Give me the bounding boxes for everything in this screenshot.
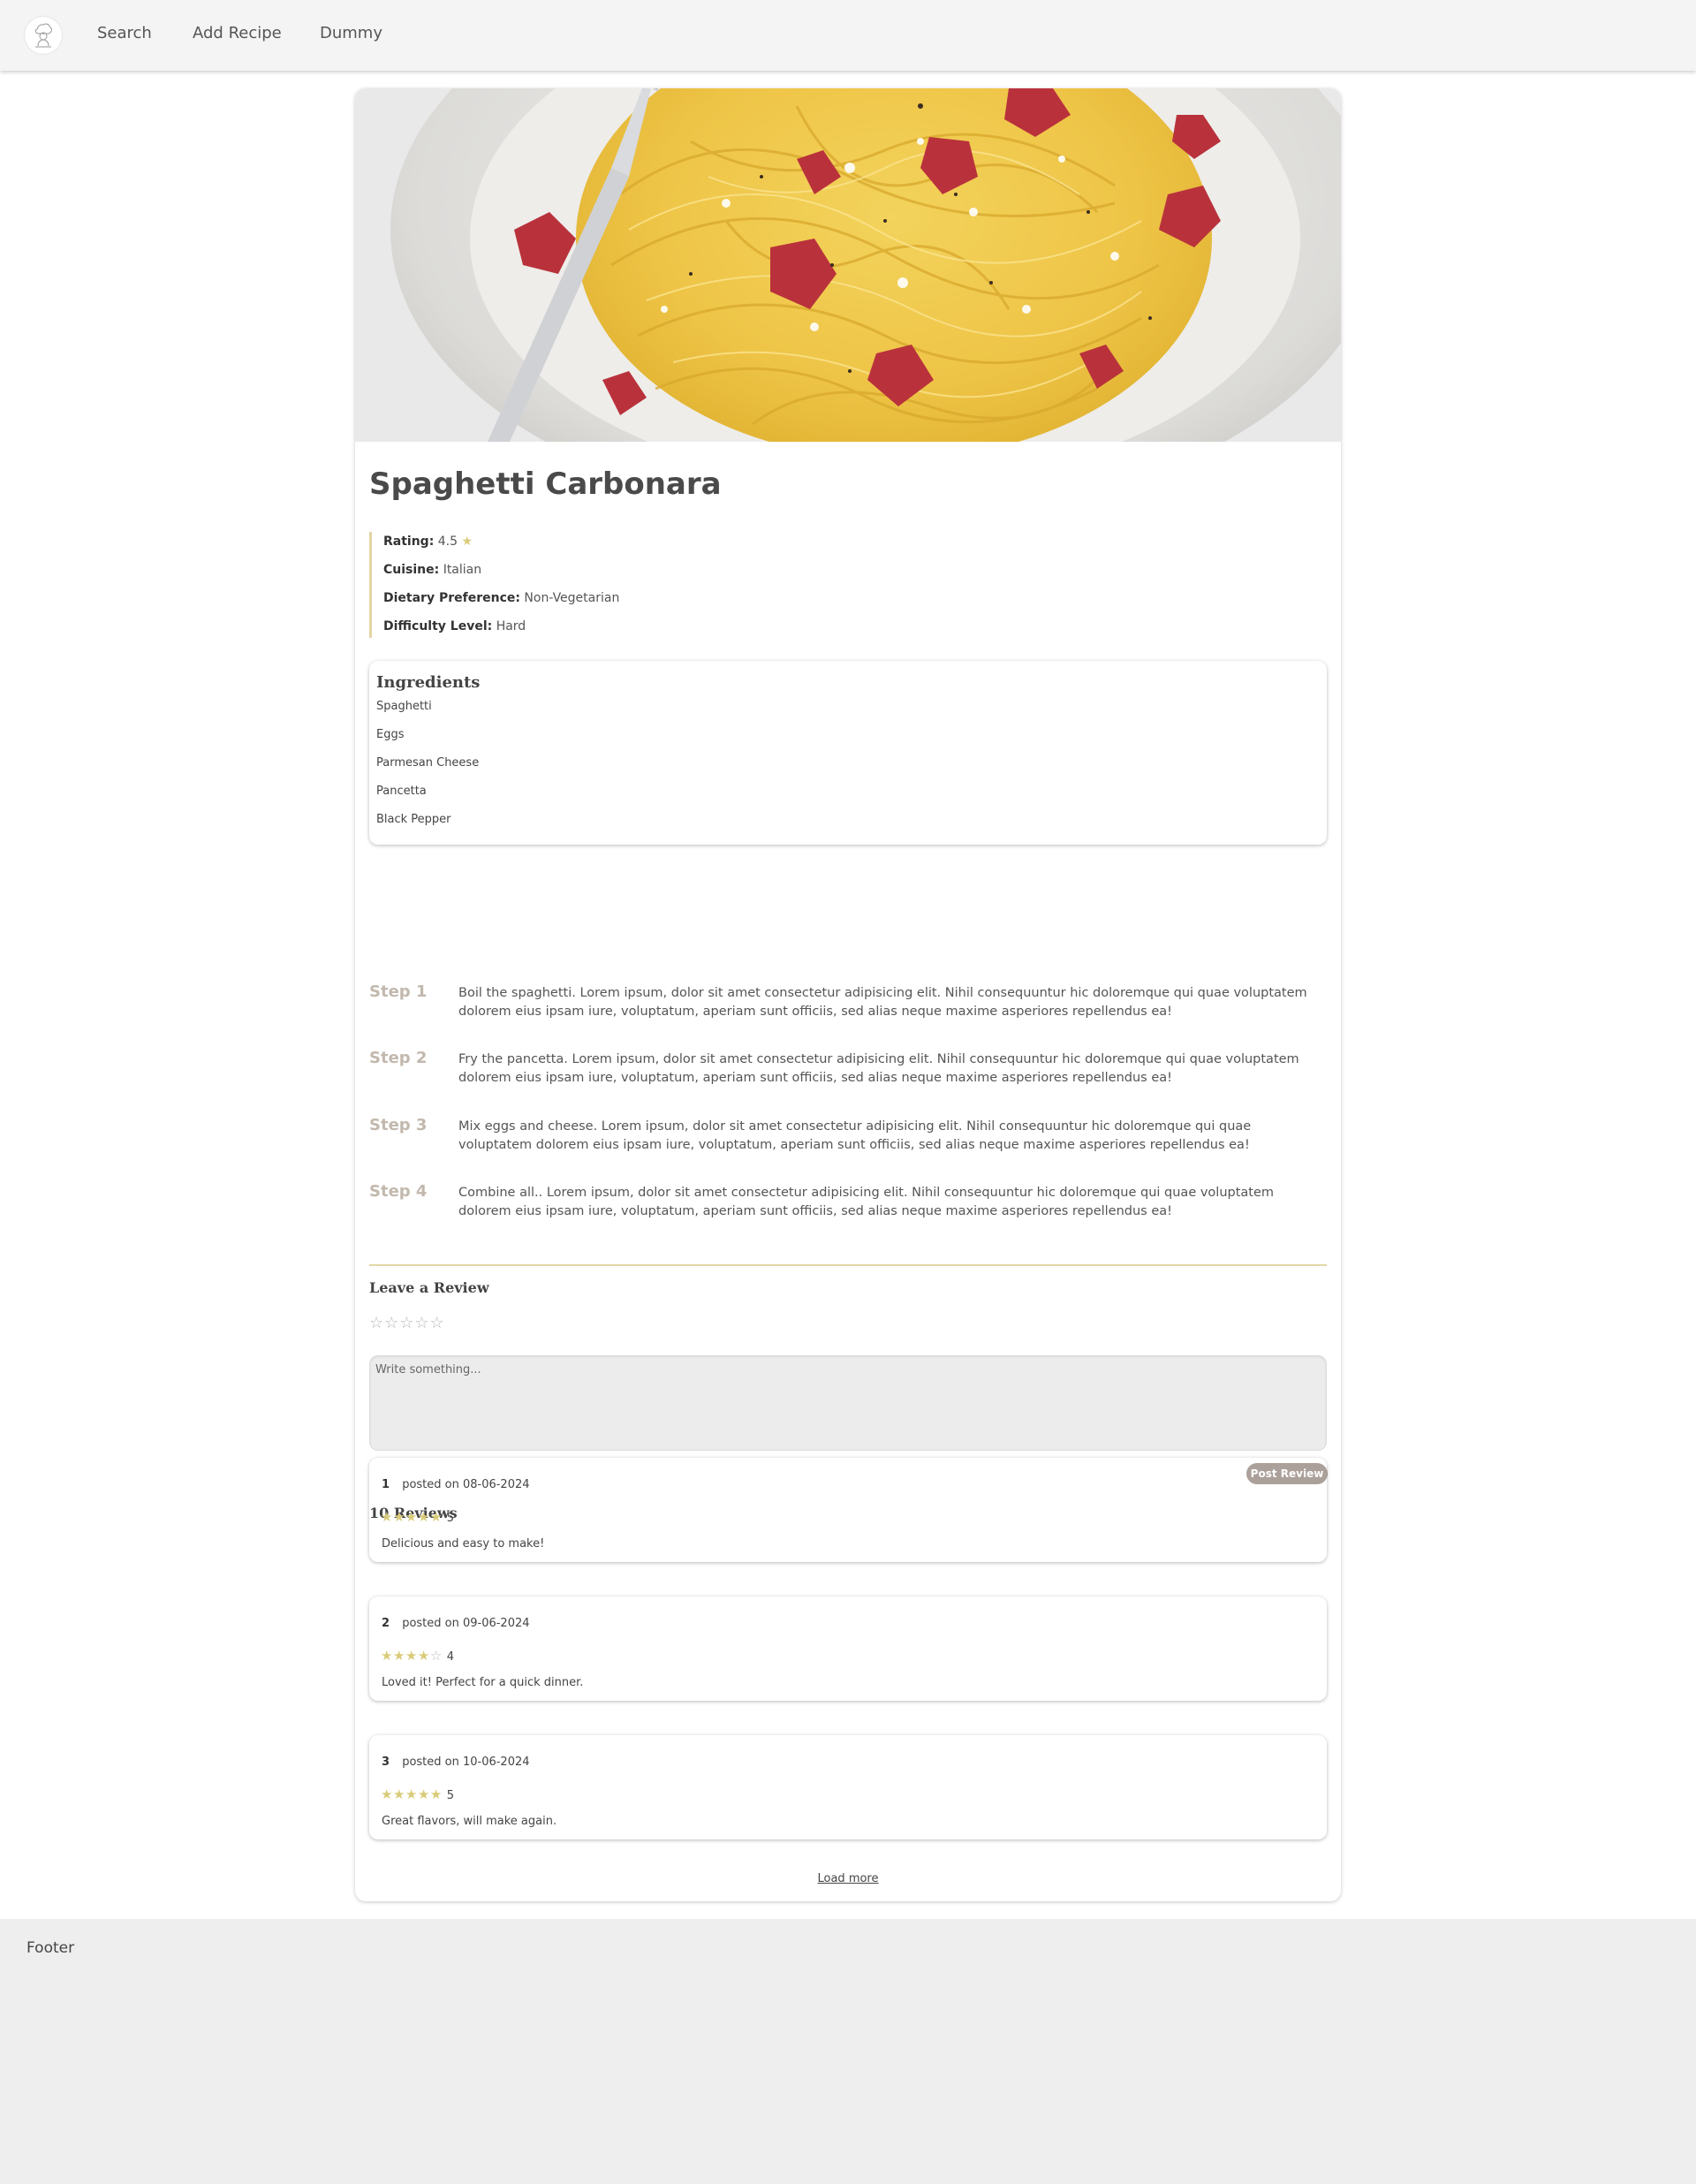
chef-logo-icon[interactable] — [25, 17, 62, 54]
recipe-title: Spaghetti Carbonara — [369, 466, 722, 502]
star-filled-icon: ★ — [405, 1648, 418, 1664]
ingredient-item: Parmesan Cheese — [376, 756, 480, 770]
review-id: 1 — [382, 1478, 390, 1491]
star-filled-icon: ★ — [392, 1648, 405, 1664]
review-date: posted on 08-06-2024 — [402, 1478, 530, 1491]
ingredient-item: Black Pepper — [376, 813, 451, 826]
star-filled-icon: ★ — [417, 1648, 430, 1664]
detail-label: Rating: — [383, 535, 435, 549]
rating-stars-input[interactable]: ☆☆☆☆☆ — [369, 1314, 445, 1332]
review-rating-value: 5 — [446, 1789, 455, 1802]
star-filled-icon: ★ — [417, 1786, 430, 1802]
star-filled-icon: ★ — [381, 1786, 393, 1802]
detail-value: 4.5 — [437, 535, 458, 549]
detail-dietary-preference: Dietary Preference: Non-Vegetarian — [383, 588, 988, 617]
detail-label: Difficulty Level: — [383, 619, 493, 633]
step-label: Step 2 — [369, 1049, 428, 1067]
ingredient-item: Spaghetti — [376, 700, 432, 713]
review-stars: ★★★★★ 5 — [381, 1509, 455, 1525]
nav-link-search[interactable]: Search — [97, 24, 152, 42]
review-card: 3 posted on 10-06-2024 ★★★★★ 5 Great flav… — [369, 1735, 1327, 1839]
nav-link-add-recipe[interactable]: Add Recipe — [193, 24, 282, 42]
review-rating-value: 5 — [446, 1512, 455, 1525]
ingredient-item: Pancetta — [376, 785, 427, 798]
review-header: 1 posted on 08-06-2024 — [382, 1478, 530, 1491]
detail-value: Hard — [496, 619, 526, 633]
step-text: Combine all.. Lorem ipsum, dolor sit ame… — [458, 1186, 1275, 1218]
detail-cuisine: Cuisine: Italian — [383, 560, 988, 588]
star-icon: ★ — [461, 535, 473, 549]
star-filled-icon: ★ — [429, 1786, 443, 1802]
detail-value: Italian — [443, 563, 482, 577]
star-filled-icon: ★ — [381, 1648, 393, 1664]
detail-value: Non-Vegetarian — [524, 591, 620, 605]
ingredients-title: Ingredients — [376, 673, 481, 692]
detail-difficulty-level: Difficulty Level: Hard — [383, 617, 988, 645]
review-date: posted on 09-06-2024 — [402, 1617, 530, 1630]
nav-link-dummy[interactable]: Dummy — [320, 24, 382, 42]
review-stars: ★★★★☆ 4 — [381, 1648, 455, 1664]
load-more-link[interactable]: Load more — [355, 1872, 1341, 1885]
review-rating-value: 4 — [446, 1650, 455, 1664]
star-filled-icon: ★ — [405, 1786, 418, 1802]
review-comment: Great flavors, will make again. — [382, 1815, 557, 1828]
review-card: 1 posted on 08-06-2024 ★★★★★ 5 Delicious … — [369, 1458, 1327, 1562]
detail-label: Dietary Preference: — [383, 591, 520, 605]
review-id: 3 — [382, 1756, 390, 1769]
recipe-details: Rating: 4.5 ★ Cuisine: Italian Dietary P… — [369, 532, 988, 638]
recipe-card: Spaghetti Carbonara Rating: 4.5 ★ Cuisin… — [355, 88, 1341, 1901]
spaghetti-carbonara-photo — [355, 88, 1341, 442]
review-comment: Delicious and easy to make! — [382, 1537, 545, 1551]
star-filled-icon: ★ — [392, 1786, 405, 1802]
star-empty-icon: ☆ — [429, 1648, 443, 1664]
step-label: Step 1 — [369, 982, 428, 1001]
footer-text: Footer — [26, 1939, 75, 1957]
navbar: Search Add Recipe Dummy — [0, 0, 1696, 71]
step-text: Fry the pancetta. Lorem ipsum, dolor sit… — [458, 1052, 1299, 1085]
review-stars: ★★★★★ 5 — [381, 1786, 455, 1802]
star-filled-icon: ★ — [417, 1509, 430, 1525]
detail-rating: Rating: 4.5 ★ — [383, 532, 988, 560]
ingredient-item: Eggs — [376, 728, 405, 741]
recipe-photo — [355, 88, 1341, 442]
ingredients-panel: Ingredients Spaghetti Eggs Parmesan Chee… — [369, 661, 1327, 845]
review-header: 2 posted on 09-06-2024 — [382, 1617, 530, 1630]
star-filled-icon: ★ — [429, 1509, 443, 1525]
review-textarea[interactable] — [369, 1355, 1327, 1451]
step-label: Step 4 — [369, 1182, 428, 1201]
section-divider — [369, 1264, 1327, 1266]
star-filled-icon: ★ — [405, 1509, 418, 1525]
leave-review-title: Leave a Review — [369, 1279, 489, 1296]
review-card: 2 posted on 09-06-2024 ★★★★☆ 4 Loved it! … — [369, 1596, 1327, 1701]
step-label: Step 3 — [369, 1116, 428, 1134]
review-comment: Loved it! Perfect for a quick dinner. — [382, 1676, 584, 1689]
star-filled-icon: ★ — [392, 1509, 405, 1525]
star-filled-icon: ★ — [381, 1509, 393, 1525]
step-text: Mix eggs and cheese. Lorem ipsum, dolor … — [458, 1119, 1252, 1152]
review-id: 2 — [382, 1617, 390, 1630]
review-header: 3 posted on 10-06-2024 — [382, 1756, 530, 1769]
detail-label: Cuisine: — [383, 563, 440, 577]
review-date: posted on 10-06-2024 — [402, 1756, 530, 1769]
step-text: Boil the spaghetti. Lorem ipsum, dolor s… — [458, 986, 1307, 1019]
